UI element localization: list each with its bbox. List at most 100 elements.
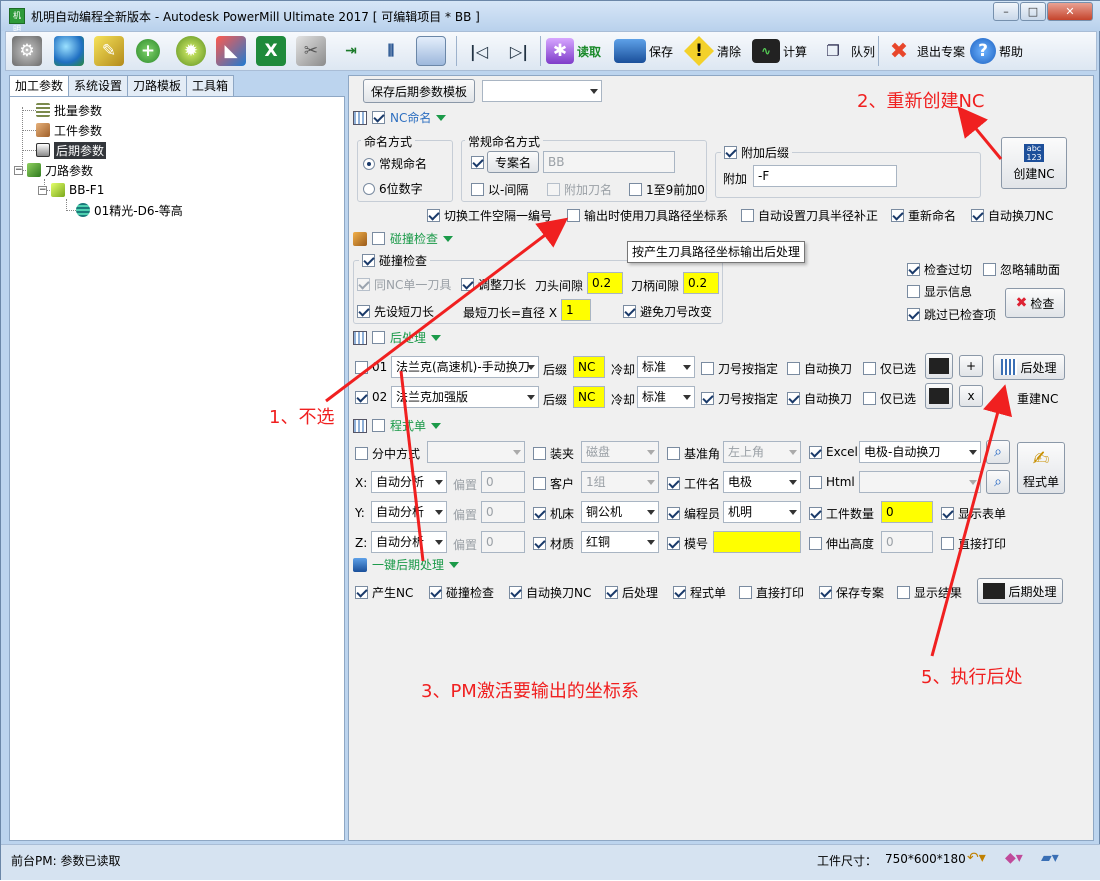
radio-6digit[interactable]: 6位数字	[363, 180, 423, 197]
material-select[interactable]: 红铜	[581, 531, 659, 553]
machine-checkbox[interactable]: 机床	[533, 505, 574, 522]
mold-number-field[interactable]	[713, 531, 801, 553]
tree-item-post[interactable]: 后期参数	[36, 141, 107, 159]
close-button[interactable]: ✕	[1047, 2, 1093, 21]
post-row-1-cool-select[interactable]: 标准	[637, 356, 695, 378]
post-row-1-auto-checkbox[interactable]: 自动换刀	[787, 360, 852, 377]
minimize-button[interactable]: –	[993, 2, 1019, 21]
onekey-save-checkbox[interactable]: 保存专案	[819, 584, 884, 601]
post-row-1-config-button[interactable]	[925, 353, 953, 379]
extend-height-field[interactable]: 0	[881, 531, 933, 553]
material-checkbox[interactable]: 材质	[533, 535, 574, 552]
post-row-2-auto-checkbox[interactable]: 自动换刀	[787, 390, 852, 407]
machine-select[interactable]: 铜公机	[581, 501, 659, 523]
save-template-button[interactable]: 保存后期参数模板	[363, 79, 475, 103]
auto-radius-comp-checkbox[interactable]: 自动设置刀具半径补正	[741, 207, 878, 224]
min-length-field[interactable]: 1	[561, 299, 591, 321]
post-row-1-machine-select[interactable]: 法兰克(高速机)-手动换刀	[391, 356, 539, 378]
save-button[interactable]: 保存	[614, 35, 673, 67]
maximize-button[interactable]: □	[1020, 2, 1046, 21]
split-mode-checkbox[interactable]: 分中方式	[355, 445, 420, 462]
tree-button[interactable]: ⫼	[376, 35, 406, 67]
programmer-checkbox[interactable]: 编程员	[667, 505, 720, 522]
preset-short-checkbox[interactable]: 先设短刀长	[357, 303, 434, 320]
add-post-button[interactable]: +	[959, 355, 983, 377]
wrench-button[interactable]: ✂	[296, 35, 326, 67]
globe-button[interactable]	[54, 35, 84, 67]
add-button[interactable]: +	[136, 35, 160, 67]
qty-field[interactable]: 0	[881, 501, 933, 523]
tab-toolpath-template[interactable]: 刀路模板	[127, 75, 188, 97]
head-gap-field[interactable]: 0.2	[587, 272, 623, 294]
html-browse-button[interactable]: ⌕	[986, 470, 1010, 494]
suffix-field[interactable]: -F	[753, 165, 897, 187]
qty-checkbox[interactable]: 工件数量	[809, 505, 874, 522]
excel-button[interactable]: X	[256, 35, 286, 67]
post-row-2-checkbox[interactable]: 02	[355, 390, 387, 404]
part-name-checkbox[interactable]: 工件名	[667, 475, 720, 492]
expand-triangle-icon[interactable]	[449, 561, 460, 568]
tab-system-settings[interactable]: 系统设置	[68, 75, 129, 97]
html-template-select[interactable]	[859, 471, 981, 493]
ignore-aux-checkbox[interactable]: 忽略辅助面	[983, 261, 1060, 278]
one-to-nine-checkbox[interactable]: 1至9前加0	[629, 181, 705, 198]
post-row-1-only-checkbox[interactable]: 仅已选	[863, 360, 916, 377]
undo-icon[interactable]: ↶▾	[967, 850, 986, 866]
axis-z-offset-field[interactable]: 0	[481, 531, 525, 553]
nc-section-checkbox[interactable]	[372, 111, 385, 124]
nc-section-header[interactable]: NC命名	[353, 109, 447, 126]
post-process-button[interactable]: 后处理	[993, 354, 1065, 380]
use-toolpath-coords-checkbox[interactable]: 输出时使用刀具路径坐标系	[567, 207, 728, 224]
onekey-print-checkbox[interactable]: 直接打印	[739, 584, 804, 601]
create-nc-button[interactable]: abc 123 创建NC	[1001, 137, 1067, 189]
show-table-checkbox[interactable]: 显示表单	[941, 505, 1006, 522]
post-row-2-machine-select[interactable]: 法兰克加强版	[391, 386, 539, 408]
expand-triangle-icon[interactable]	[431, 334, 442, 341]
collision-group-checkbox[interactable]: 碰撞检查	[359, 252, 431, 269]
tree-item-bb-f1[interactable]: − BB-F1	[38, 181, 104, 199]
tab-toolbox[interactable]: 工具箱	[186, 75, 235, 97]
clamp-checkbox[interactable]: 装夹	[533, 445, 574, 462]
post-row-2-config-button[interactable]	[925, 383, 953, 409]
switch-workpiece-checkbox[interactable]: 切换工件空隔一编号	[427, 207, 552, 224]
avoid-tool-change-checkbox[interactable]: 避免刀号改变	[623, 303, 712, 320]
collapse-icon[interactable]: −	[38, 185, 47, 195]
expand-triangle-icon[interactable]	[443, 235, 454, 242]
onekey-section-header[interactable]: 一键后期处理	[353, 556, 460, 573]
rename-checkbox[interactable]: 重新命名	[891, 207, 956, 224]
post-row-1-toolnum-checkbox[interactable]: 刀号按指定	[701, 360, 778, 377]
tree-item-workpiece[interactable]: 工件参数	[36, 121, 102, 139]
template-select[interactable]	[482, 80, 602, 102]
tab-machining-params[interactable]: 加工参数	[9, 75, 70, 98]
radio-normal[interactable]: 常规命名	[363, 155, 427, 172]
interval-checkbox[interactable]: 以-间隔	[471, 181, 528, 198]
part-name-select[interactable]: 电极	[723, 471, 801, 493]
client-checkbox[interactable]: 客户	[533, 475, 574, 492]
folder-status-icon[interactable]: ▰▾	[1041, 850, 1059, 866]
tree-item-toolpath-01[interactable]: 01精光-D6-等高	[76, 201, 183, 219]
axis-x-mode-select[interactable]: 自动分析	[371, 471, 447, 493]
post-row-1-checkbox[interactable]: 01	[355, 360, 387, 374]
gear-button[interactable]: ⚙	[12, 35, 42, 67]
clear-button[interactable]: ! 清除	[684, 35, 741, 67]
post-section-checkbox[interactable]	[372, 331, 385, 344]
program-sheet-button[interactable]: ✍ 程式单	[1017, 442, 1065, 494]
same-tool-checkbox[interactable]: 同NC单一刀具	[357, 276, 451, 293]
virus-button[interactable]: ✹	[176, 35, 206, 67]
suffix-checkbox[interactable]: 附加后缀	[721, 144, 793, 161]
magnet-button[interactable]: ◣	[216, 35, 246, 67]
calc-button[interactable]: ∿ 计算	[752, 35, 807, 67]
check-overcut-checkbox[interactable]: 检查过切	[907, 261, 972, 278]
project-name-field[interactable]: BB	[543, 151, 675, 173]
first-button[interactable]: |◁	[464, 35, 494, 67]
last-button[interactable]: ▷|	[504, 35, 534, 67]
clamp-select[interactable]: 磁盘	[581, 441, 659, 463]
axis-y-offset-field[interactable]: 0	[481, 501, 525, 523]
folder-button[interactable]	[416, 35, 446, 67]
direct-print-checkbox[interactable]: 直接打印	[941, 535, 1006, 552]
check-button[interactable]: ✖ 检查	[1005, 288, 1065, 318]
collision-section-checkbox[interactable]	[372, 232, 385, 245]
expand-triangle-icon[interactable]	[436, 114, 447, 121]
mold-number-checkbox[interactable]: 模号	[667, 535, 708, 552]
datum-select[interactable]: 左上角	[723, 441, 801, 463]
